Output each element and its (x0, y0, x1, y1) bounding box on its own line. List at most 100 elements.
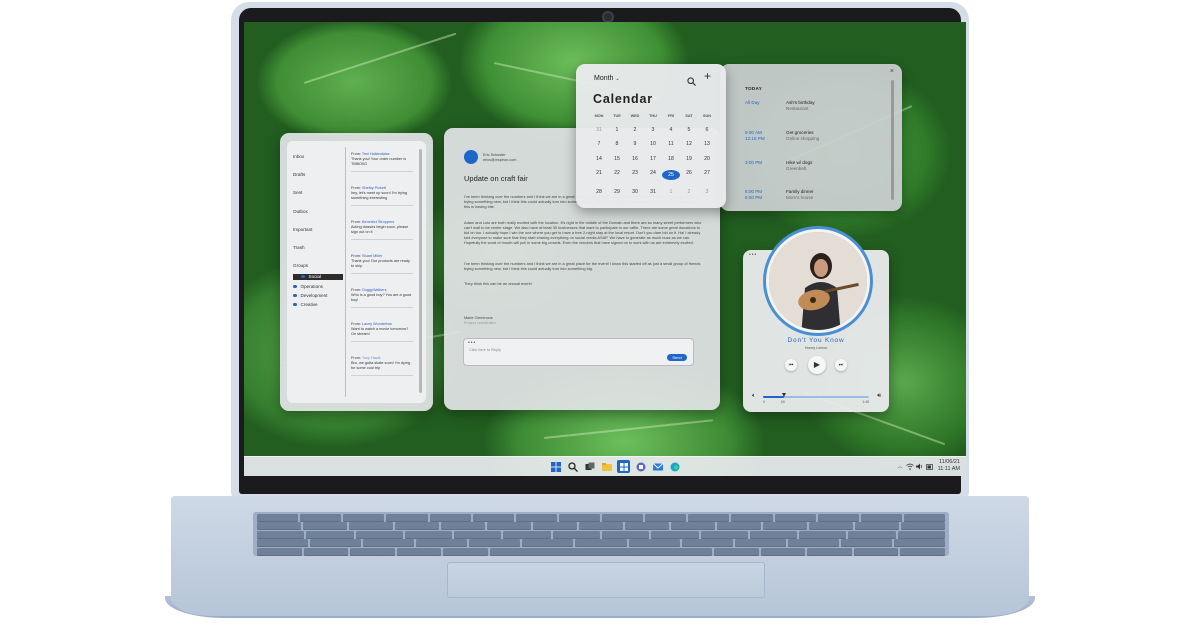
message-item[interactable]: From: Tony Hawk Bro, we gotta skate soon… (351, 356, 413, 376)
message-item[interactable]: From: Shelby Pickett hey, let's meet up … (351, 186, 413, 206)
search-icon[interactable] (687, 73, 696, 91)
key[interactable] (395, 522, 439, 531)
day-cell[interactable]: 17 (644, 156, 662, 162)
more-icon[interactable]: ••• (468, 340, 476, 346)
key[interactable] (257, 522, 301, 531)
key[interactable] (628, 539, 680, 548)
key[interactable] (416, 539, 468, 548)
wifi-icon[interactable] (906, 460, 914, 473)
view-dropdown[interactable]: Month ⌄ (594, 75, 620, 82)
key[interactable] (503, 530, 551, 539)
add-icon[interactable]: + (704, 69, 711, 83)
key[interactable] (396, 547, 442, 556)
day-cell[interactable]: 19 (680, 156, 698, 162)
day-cell[interactable]: 26 (680, 170, 698, 180)
day-cell[interactable]: 22 (608, 170, 626, 180)
key[interactable] (774, 514, 816, 522)
message-item[interactable]: From: Lacey Wunderbar Want to watch a mo… (351, 322, 413, 342)
day-cell[interactable]: 10 (644, 141, 662, 147)
key[interactable] (688, 514, 730, 522)
key[interactable] (903, 514, 945, 522)
day-cell[interactable]: 31 (644, 189, 662, 195)
key[interactable] (310, 539, 362, 548)
reply-box[interactable]: ••• Click here to Reply Send (463, 338, 694, 366)
mail-app-icon[interactable] (651, 460, 664, 473)
day-cell[interactable]: 31 (590, 127, 608, 133)
file-explorer-icon[interactable] (600, 460, 613, 473)
chevron-up-icon[interactable]: ︿ (896, 460, 904, 473)
group-development[interactable]: Development (293, 293, 328, 298)
key[interactable] (552, 530, 600, 539)
volume-up-icon[interactable]: 🔊︎ (877, 393, 881, 400)
send-button[interactable]: Send (667, 354, 687, 361)
key[interactable] (343, 514, 385, 522)
day-cell[interactable]: 6 (698, 127, 716, 133)
key[interactable] (306, 530, 354, 539)
key[interactable] (760, 547, 806, 556)
key[interactable] (257, 514, 299, 522)
folder-outbox[interactable]: Outbox (293, 209, 308, 214)
start-icon[interactable] (549, 460, 562, 473)
day-cell[interactable]: 23 (626, 170, 644, 180)
key[interactable] (893, 539, 946, 548)
day-cell[interactable]: 8 (608, 141, 626, 147)
key[interactable] (404, 530, 453, 539)
key[interactable] (731, 514, 773, 522)
key[interactable] (558, 514, 600, 522)
key[interactable] (602, 514, 644, 522)
key[interactable] (386, 514, 428, 522)
previous-icon[interactable]: ⏮ (785, 359, 797, 371)
day-cell[interactable]: 13 (698, 141, 716, 147)
key[interactable] (860, 514, 902, 522)
key[interactable] (848, 530, 896, 539)
key[interactable] (522, 539, 574, 548)
key[interactable] (363, 539, 415, 548)
key[interactable] (645, 514, 687, 522)
key[interactable] (533, 522, 577, 531)
clock[interactable]: 11/06/21 11:11 AM (938, 459, 960, 473)
agenda-scrollbar[interactable] (891, 80, 894, 200)
folder-trash[interactable]: Trash (293, 245, 305, 250)
key[interactable] (897, 530, 945, 539)
key[interactable] (472, 514, 514, 522)
key[interactable] (763, 522, 807, 531)
day-cell[interactable]: 28 (590, 189, 608, 195)
day-cell[interactable]: 3 (698, 189, 716, 195)
day-cell[interactable]: 27 (698, 170, 716, 180)
day-cell[interactable]: 5 (680, 127, 698, 133)
key[interactable] (700, 530, 748, 539)
touchpad[interactable] (447, 562, 765, 598)
day-cell[interactable]: 25 (662, 170, 680, 180)
key[interactable] (355, 530, 403, 539)
key[interactable] (454, 530, 502, 539)
key[interactable] (441, 522, 485, 531)
key[interactable] (350, 547, 395, 556)
edge-browser-icon[interactable] (668, 460, 681, 473)
key[interactable] (787, 539, 839, 548)
key[interactable] (855, 522, 899, 531)
battery-icon[interactable] (926, 460, 934, 473)
teams-chat-icon[interactable] (634, 460, 647, 473)
day-cell[interactable]: 1 (608, 127, 626, 133)
key[interactable] (349, 522, 393, 531)
key[interactable] (625, 522, 669, 531)
key[interactable] (681, 539, 733, 548)
key[interactable] (817, 514, 859, 522)
key[interactable] (443, 547, 488, 556)
folder-important[interactable]: Important (293, 227, 312, 232)
key[interactable] (257, 530, 305, 539)
day-cell[interactable]: 24 (644, 170, 662, 180)
key[interactable] (303, 522, 347, 531)
folder-drafts[interactable]: Drafts (293, 172, 305, 177)
message-item[interactable]: From: Toni Hallandaise Thank you! Your o… (351, 152, 413, 172)
key[interactable] (300, 514, 342, 522)
key[interactable] (575, 539, 627, 548)
task-view-icon[interactable] (583, 460, 596, 473)
group-social[interactable]: Social (293, 274, 343, 280)
key[interactable] (487, 522, 531, 531)
key[interactable] (257, 547, 302, 556)
search-icon[interactable] (566, 460, 579, 473)
day-cell[interactable]: 1 (662, 189, 680, 195)
key[interactable] (601, 530, 650, 539)
next-icon[interactable]: ⏭ (835, 359, 847, 371)
